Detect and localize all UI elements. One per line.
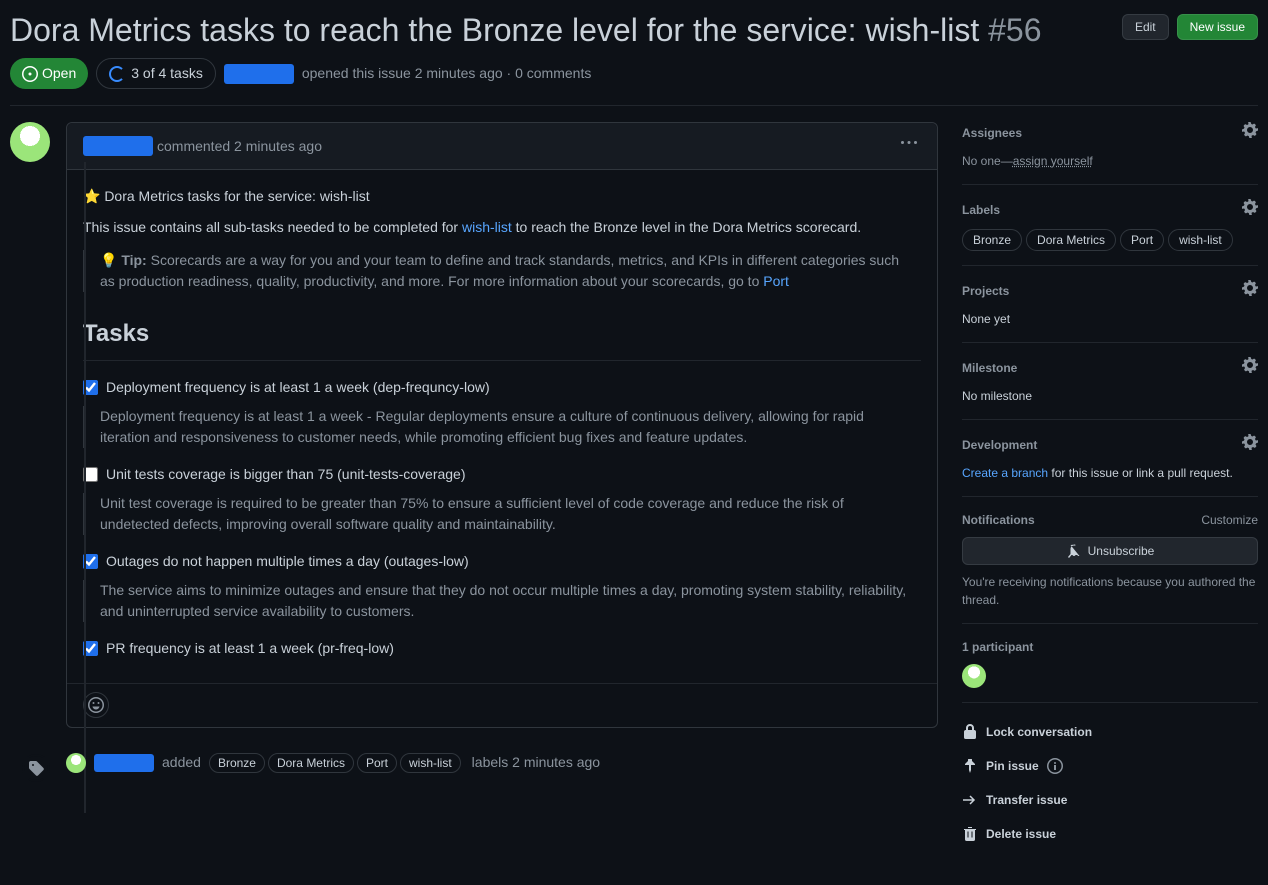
task-title: Unit tests coverage is bigger than 75 (u… xyxy=(106,464,466,485)
lock-icon xyxy=(962,724,978,740)
participants-title: 1 participant xyxy=(962,638,1258,656)
event-avatar[interactable] xyxy=(66,753,86,773)
tip-block: 💡 Tip: Scorecards are a way for you and … xyxy=(83,250,921,292)
label-pill[interactable]: Port xyxy=(357,753,397,773)
sidebar-notifications: Notifications Customize Unsubscribe You'… xyxy=(962,497,1258,624)
event-actor-redacted[interactable] xyxy=(94,754,154,772)
tasks-heading: Tasks xyxy=(83,316,921,361)
commenter-redacted[interactable] xyxy=(83,136,153,156)
comment-body: ⭐️ Dora Metrics tasks for the service: w… xyxy=(67,170,937,683)
projects-title: Projects xyxy=(962,282,1009,300)
labels-gear-icon[interactable] xyxy=(1242,199,1258,221)
assignees-title: Assignees xyxy=(962,124,1022,142)
label-pill[interactable]: Bronze xyxy=(209,753,265,773)
assign-yourself-link[interactable]: assign yourself xyxy=(1013,154,1093,168)
trash-icon xyxy=(962,826,978,842)
smiley-icon xyxy=(88,697,104,713)
issue-title: Dora Metrics tasks to reach the Bronze l… xyxy=(10,10,1114,50)
task-item: Deployment frequency is at least 1 a wee… xyxy=(83,377,921,398)
participant-avatar[interactable] xyxy=(962,664,986,688)
create-branch-link[interactable]: Create a branch xyxy=(962,466,1048,480)
labels-title: Labels xyxy=(962,201,1000,219)
opened-meta: opened this issue 2 minutes ago · 0 comm… xyxy=(302,63,592,84)
comment-box: commented 2 minutes ago ⭐️ Dora Metrics … xyxy=(66,122,938,728)
label-pill[interactable]: Dora Metrics xyxy=(1026,229,1116,251)
sidebar-projects: Projects None yet xyxy=(962,266,1258,343)
issue-number: #56 xyxy=(988,12,1041,48)
customize-link[interactable]: Customize xyxy=(1201,511,1258,529)
assignees-none: No one— xyxy=(962,154,1013,168)
event-suffix: labels 2 minutes ago xyxy=(472,752,600,773)
state-text: Open xyxy=(42,63,76,84)
delete-issue-action[interactable]: Delete issue xyxy=(962,817,1258,851)
unsubscribe-button[interactable]: Unsubscribe xyxy=(962,537,1258,565)
tag-icon xyxy=(22,754,50,782)
task-item: Outages do not happen multiple times a d… xyxy=(83,551,921,572)
task-progress-badge[interactable]: 3 of 4 tasks xyxy=(96,58,216,89)
label-pill[interactable]: wish-list xyxy=(400,753,461,773)
event-action: added xyxy=(162,752,201,773)
task-title: PR frequency is at least 1 a week (pr-fr… xyxy=(106,638,394,659)
task-progress-text: 3 of 4 tasks xyxy=(131,63,203,84)
task-title: Deployment frequency is at least 1 a wee… xyxy=(106,377,490,398)
sidebar-labels: Labels BronzeDora MetricsPortwish-list xyxy=(962,185,1258,266)
assignees-gear-icon[interactable] xyxy=(1242,122,1258,144)
comment-menu-kebab-icon[interactable] xyxy=(897,131,921,161)
projects-gear-icon[interactable] xyxy=(1242,280,1258,302)
milestone-none: No milestone xyxy=(962,387,1258,405)
author-redacted[interactable] xyxy=(224,64,294,84)
label-pill[interactable]: Port xyxy=(1120,229,1164,251)
state-badge: Open xyxy=(10,58,88,89)
timeline-event-labels: added BronzeDora MetricsPortwish-list la… xyxy=(66,752,938,773)
milestone-gear-icon[interactable] xyxy=(1242,357,1258,379)
task-description: The service aims to minimize outages and… xyxy=(83,580,921,622)
pin-icon xyxy=(962,758,978,774)
notifications-reason: You're receiving notifications because y… xyxy=(962,573,1258,609)
sidebar-development: Development Create a branch for this iss… xyxy=(962,420,1258,497)
label-pill[interactable]: Dora Metrics xyxy=(268,753,354,773)
commented-time: commented 2 minutes ago xyxy=(157,136,322,157)
projects-none: None yet xyxy=(962,310,1258,328)
new-issue-button[interactable]: New issue xyxy=(1177,14,1258,40)
event-labels-list: BronzeDora MetricsPortwish-list xyxy=(209,752,464,773)
lock-conversation-action[interactable]: Lock conversation xyxy=(962,715,1258,749)
task-item: PR frequency is at least 1 a week (pr-fr… xyxy=(83,638,921,659)
task-item: Unit tests coverage is bigger than 75 (u… xyxy=(83,464,921,485)
development-gear-icon[interactable] xyxy=(1242,434,1258,456)
task-title: Outages do not happen multiple times a d… xyxy=(106,551,469,572)
progress-spinner-icon xyxy=(109,66,125,82)
sidebar-actions: Lock conversation Pin issue Transfer iss… xyxy=(962,703,1258,851)
info-icon[interactable] xyxy=(1047,758,1063,774)
pin-issue-action[interactable]: Pin issue xyxy=(962,749,1258,783)
notifications-title: Notifications xyxy=(962,511,1035,529)
transfer-issue-action[interactable]: Transfer issue xyxy=(962,783,1258,817)
development-rest: for this issue or link a pull request. xyxy=(1048,466,1233,480)
comment-header: commented 2 minutes ago xyxy=(67,123,937,170)
task-description: Deployment frequency is at least 1 a wee… xyxy=(83,406,921,448)
task-description: Unit test coverage is required to be gre… xyxy=(83,493,921,535)
edit-button[interactable]: Edit xyxy=(1122,14,1169,40)
label-pill[interactable]: Bronze xyxy=(962,229,1022,251)
tip-label: 💡 Tip: xyxy=(100,252,147,268)
author-avatar[interactable] xyxy=(10,122,50,162)
reaction-bar xyxy=(67,683,937,727)
development-title: Development xyxy=(962,436,1037,454)
issue-meta-row: Open 3 of 4 tasks opened this issue 2 mi… xyxy=(10,58,1258,89)
issue-title-text: Dora Metrics tasks to reach the Bronze l… xyxy=(10,12,979,48)
comment-line2: This issue contains all sub-tasks needed… xyxy=(83,217,921,238)
add-reaction-button[interactable] xyxy=(83,692,109,718)
sidebar-assignees: Assignees No one—assign yourself xyxy=(962,122,1258,185)
milestone-title: Milestone xyxy=(962,359,1017,377)
arrow-right-icon xyxy=(962,792,978,808)
wish-list-link[interactable]: wish-list xyxy=(462,219,512,235)
sidebar-milestone: Milestone No milestone xyxy=(962,343,1258,420)
label-pill[interactable]: wish-list xyxy=(1168,229,1233,251)
bell-slash-icon xyxy=(1066,543,1082,559)
timeline-line xyxy=(84,162,86,813)
issue-open-icon xyxy=(22,66,38,82)
sidebar-participants: 1 participant xyxy=(962,624,1258,703)
port-link[interactable]: Port xyxy=(763,273,789,289)
comment-line1: ⭐️ Dora Metrics tasks for the service: w… xyxy=(83,186,921,207)
